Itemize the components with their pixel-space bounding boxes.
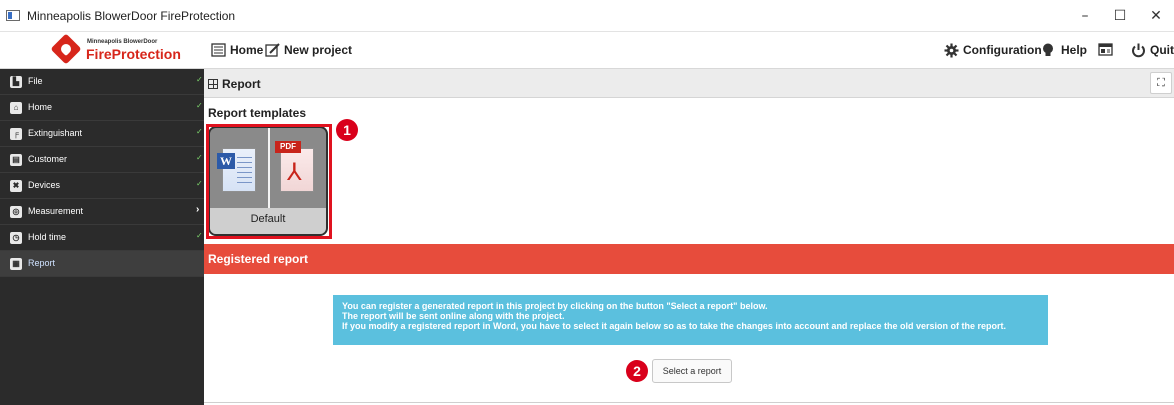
home-toolbar-icon (211, 43, 226, 57)
close-button[interactable]: ✕ (1142, 6, 1170, 26)
sidebar-item-home[interactable]: ⌂ Home ✓ (0, 95, 204, 121)
devices-icon: ✖ (10, 180, 22, 192)
quit-button[interactable]: Quit (1131, 43, 1174, 58)
sidebar-item-file[interactable]: ▙ File ✓ (0, 69, 204, 95)
chevron-right-icon: › (196, 204, 200, 215)
fullscreen-button[interactable]: ⛶ (1150, 72, 1172, 94)
help-button[interactable]: Help (1042, 43, 1087, 57)
registered-report-title: Registered report (208, 252, 309, 266)
sidebar-item-hold-time[interactable]: ◷ Hold time ✓ (0, 225, 204, 251)
new-project-label: New project (284, 43, 353, 57)
customer-icon: ▤ (10, 154, 22, 166)
window-layout-icon (1098, 43, 1113, 57)
sidebar-item-label: Home (28, 102, 53, 112)
navigation-sidebar: ▙ File ✓ ⌂ Home ✓ ╒ Extinguishant ✓ ▤ Cu… (0, 69, 204, 405)
sidebar-item-label: File (28, 76, 43, 86)
window-title-bar: Minneapolis BlowerDoor FireProtection – … (0, 0, 1174, 32)
logo-big-text: FireProtection (86, 46, 181, 62)
sidebar-item-label: Hold time (28, 232, 67, 242)
file-icon: ▙ (10, 76, 22, 88)
check-icon: ✓ (196, 127, 203, 136)
check-icon: ✓ (196, 153, 203, 162)
sidebar-item-measurement[interactable]: ◎ Measurement › (0, 199, 204, 225)
lightbulb-icon (1042, 43, 1057, 57)
configuration-button[interactable]: Configuration (944, 43, 1042, 58)
logo-small-text: Minneapolis BlowerDoor (87, 39, 158, 45)
configuration-label: Configuration (963, 43, 1042, 57)
app-window-icon (6, 10, 20, 21)
stopwatch-icon: ◷ (10, 232, 22, 244)
info-line-2: The report will be sent online along wit… (342, 311, 565, 321)
power-icon (1131, 43, 1146, 58)
new-project-button[interactable]: New project (265, 43, 352, 57)
report-icon: ▦ (10, 258, 22, 270)
step-1-badge: 1 (336, 119, 358, 141)
home-toolbar-label: Home (230, 43, 264, 57)
check-icon: ✓ (196, 179, 203, 188)
maximize-button[interactable]: ☐ (1106, 6, 1134, 26)
check-icon: ✓ (196, 101, 203, 110)
info-message-box: You can register a generated report in t… (333, 295, 1048, 345)
measurement-icon: ◎ (10, 206, 22, 218)
panel-header: Report ⛶ (204, 69, 1174, 98)
panel-title: Report (208, 77, 261, 91)
flame-logo-icon (50, 33, 82, 65)
panel-title-text: Report (222, 77, 261, 91)
help-label: Help (1061, 43, 1088, 57)
home-icon: ⌂ (10, 102, 22, 114)
gear-icon (944, 43, 959, 58)
sidebar-item-label: Report (28, 258, 56, 268)
sidebar-item-extinguishant[interactable]: ╒ Extinguishant ✓ (0, 121, 204, 147)
select-report-button[interactable]: Select a report (652, 359, 732, 383)
display-toggle-button[interactable] (1098, 43, 1113, 57)
main-toolbar: Minneapolis BlowerDoor FireProtection Ho… (0, 32, 1174, 69)
step-2-badge: 2 (626, 360, 648, 382)
minimize-button[interactable]: – (1071, 6, 1099, 26)
home-toolbar-button[interactable]: Home (211, 43, 263, 57)
report-panel: Report ⛶ Report templates W PDF ⅄ Defaul… (204, 69, 1174, 405)
info-line-1: You can register a generated report in t… (342, 301, 768, 311)
info-line-3: If you modify a registered report in Wor… (342, 321, 1006, 331)
sidebar-item-label: Measurement (28, 206, 84, 216)
sidebar-item-label: Customer (28, 154, 68, 164)
extinguisher-icon: ╒ (10, 128, 22, 140)
panel-bottom-border (204, 402, 1174, 403)
edit-document-icon (265, 43, 280, 57)
sidebar-item-label: Devices (28, 180, 61, 190)
sidebar-item-report[interactable]: ▦ Report (0, 251, 204, 277)
quit-label: Quit (1150, 43, 1174, 57)
check-icon: ✓ (196, 75, 203, 84)
report-templates-heading: Report templates (208, 106, 307, 120)
window-title: Minneapolis BlowerDoor FireProtection (27, 9, 236, 23)
fireprotection-logo: Minneapolis BlowerDoor FireProtection (50, 33, 181, 66)
registered-report-bar: Registered report (204, 244, 1174, 274)
annotation-highlight-box (206, 124, 332, 239)
sidebar-item-label: Extinguishant (28, 128, 83, 138)
check-icon: ✓ (196, 231, 203, 240)
report-grid-icon (208, 79, 218, 89)
sidebar-item-customer[interactable]: ▤ Customer ✓ (0, 147, 204, 173)
sidebar-item-devices[interactable]: ✖ Devices ✓ (0, 173, 204, 199)
